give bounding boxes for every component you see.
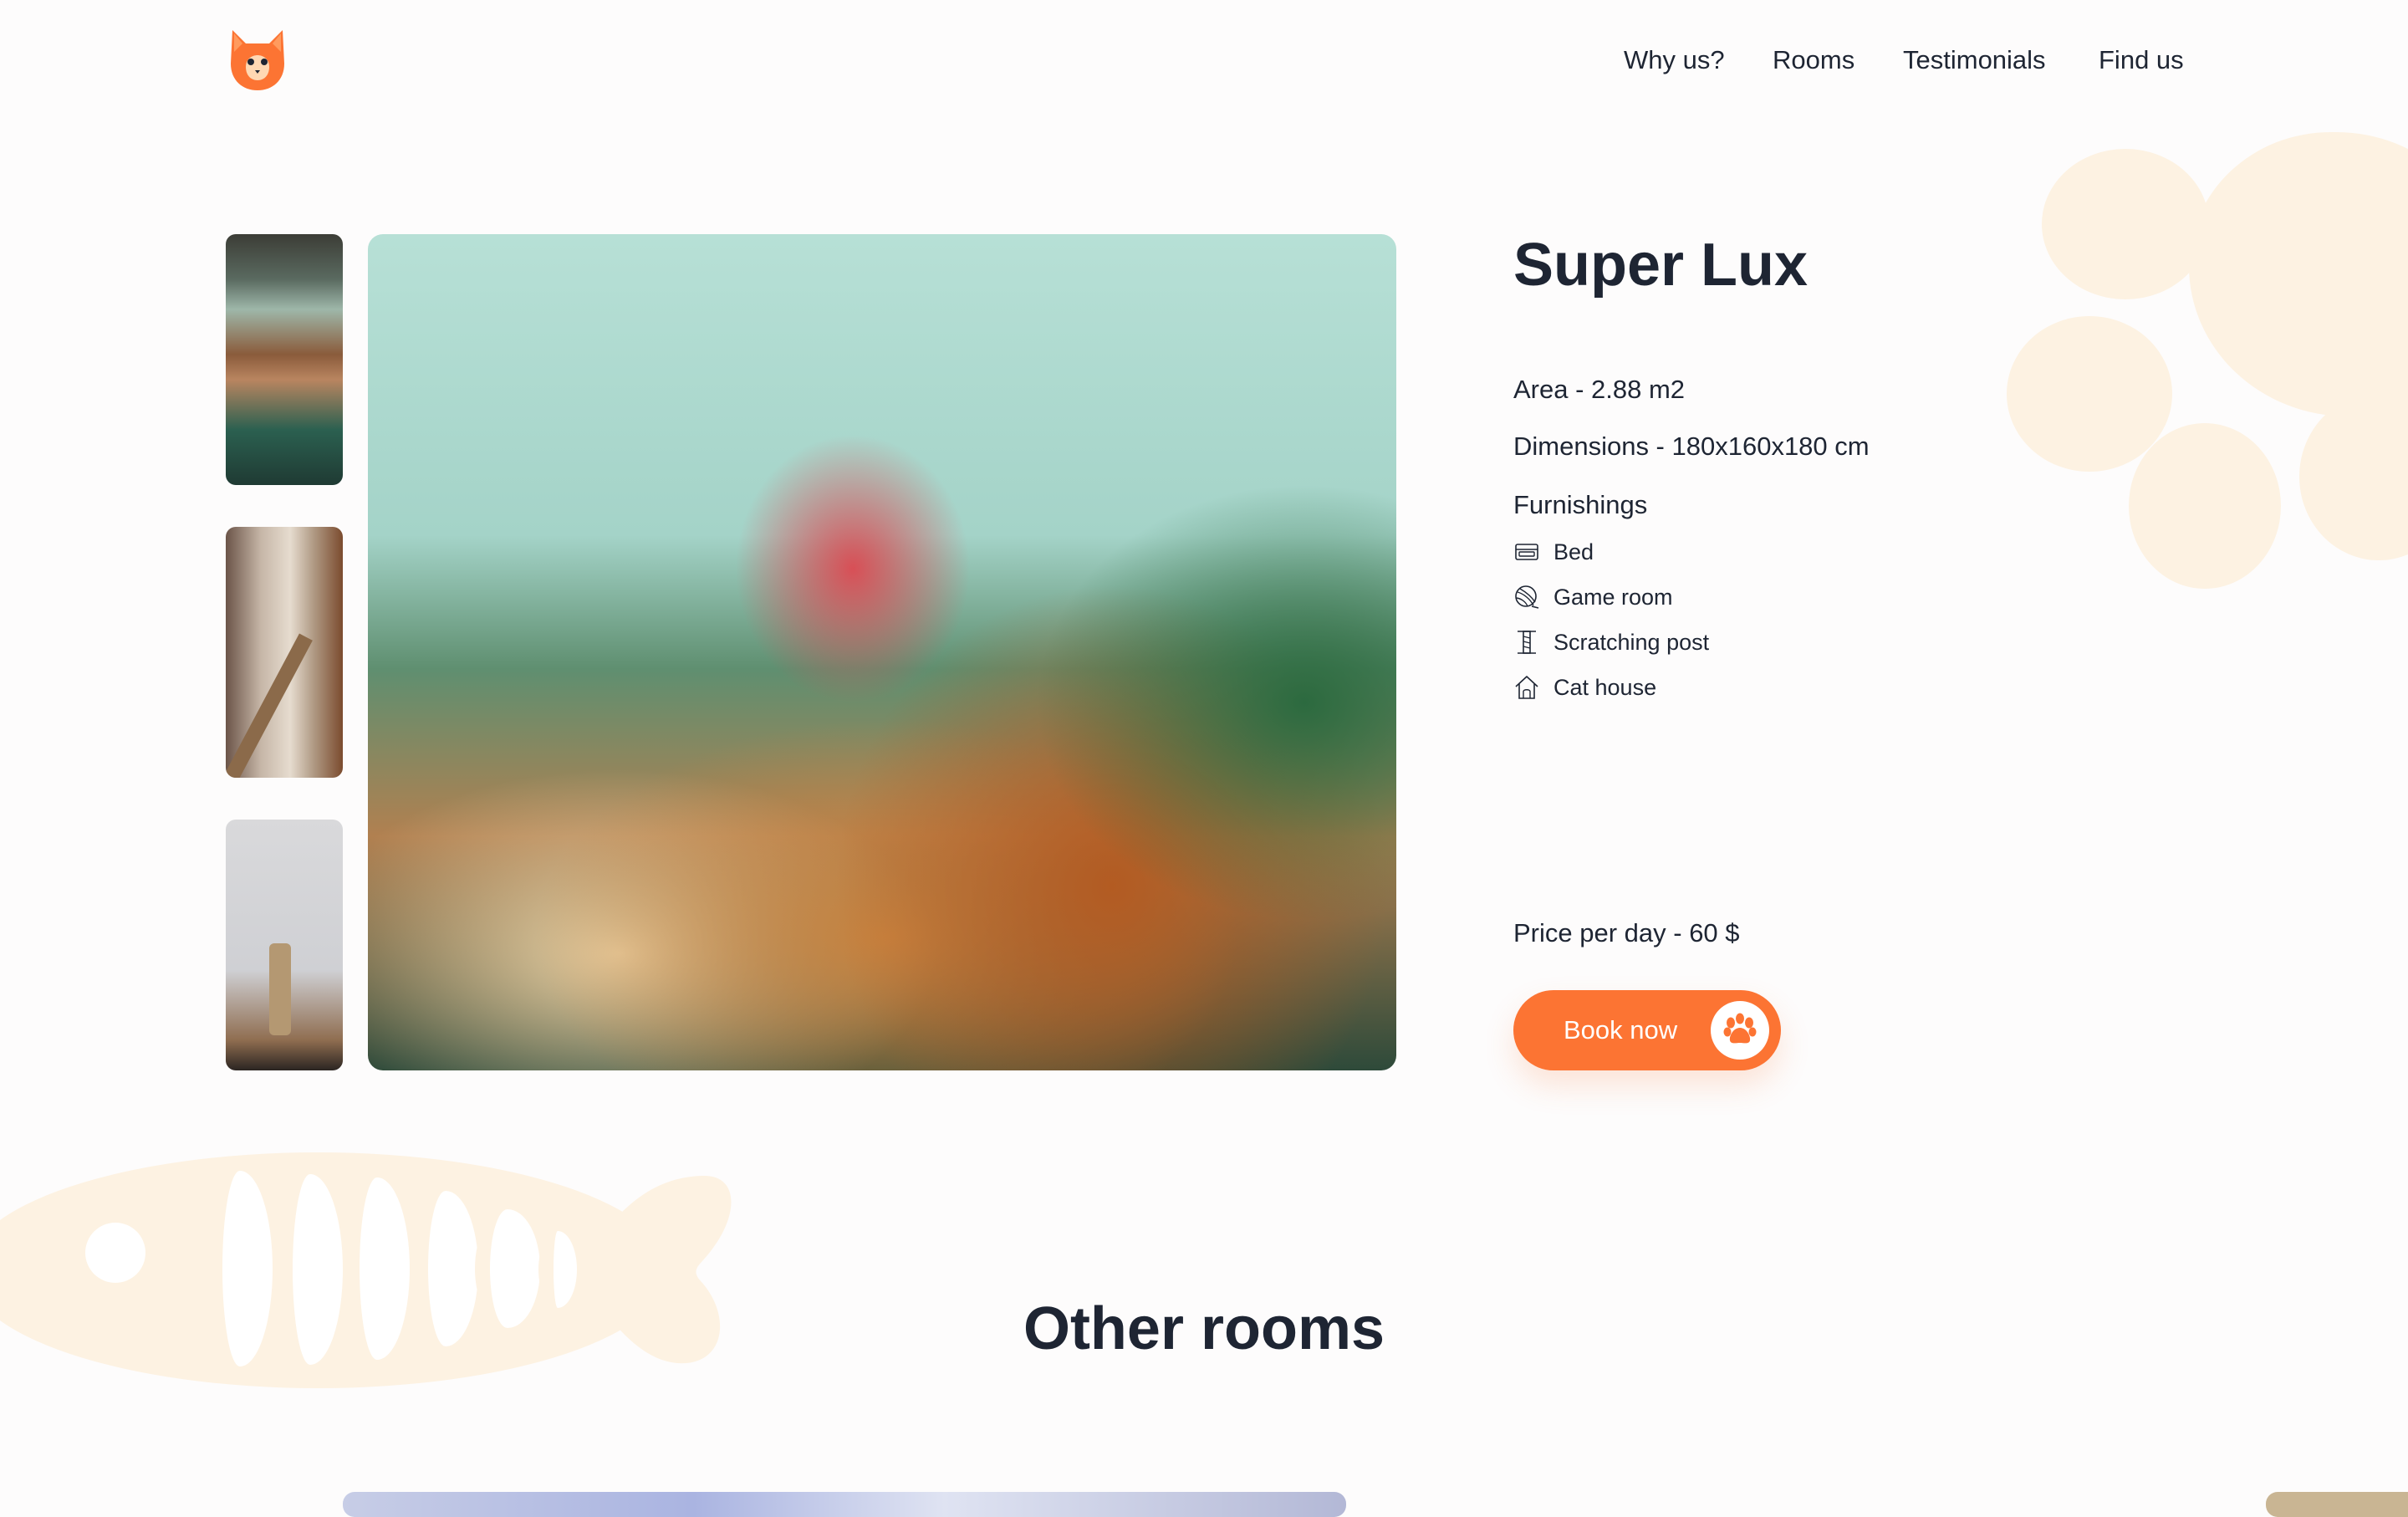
gallery-thumbnail[interactable] [226,527,343,778]
nav-testimonials[interactable]: Testimonials [1903,42,2046,79]
fish-eye [85,1223,145,1283]
nav-find-us[interactable]: Find us [2099,42,2184,79]
gallery-thumbnail[interactable] [226,820,343,1070]
paw-main-pad [2189,132,2408,416]
paw-toe-2 [2007,316,2172,472]
scratching-post-image [269,943,291,1035]
gallery-thumbnail[interactable] [226,234,343,485]
room-card[interactable] [343,1492,1346,1517]
book-now-label: Book now [1564,1015,1678,1045]
furnishings-heading: Furnishings [1513,490,1648,519]
room-area: Area - 2.88 m2 [1513,375,1686,404]
furnishing-label: Cat house [1553,675,1657,700]
room-title: Super Lux [1513,232,1809,299]
book-now-button[interactable]: Book now [1513,990,1781,1070]
furnishing-label: Scratching post [1553,630,1710,655]
furnishing-label: Bed [1553,539,1594,564]
bed-icon [1515,544,1538,560]
cat-tree-ladder [226,633,313,778]
yarn-ball-icon [1515,585,1539,609]
nav-why-us[interactable]: Why us? [1624,42,1725,79]
nav-rooms[interactable]: Rooms [1773,42,1854,79]
room-main-photo [368,234,1396,1070]
paw-toe-1 [2042,149,2209,299]
room-card[interactable] [2266,1492,2408,1517]
paw-toe-3 [2129,423,2281,589]
cat-logo-icon[interactable] [227,25,288,92]
furnishing-label: Game room [1553,585,1673,610]
price-per-day: Price per day - 60 $ [1513,918,1740,947]
scratching-post-icon [1518,631,1536,654]
paw-toe-4 [2299,393,2408,560]
house-icon [1515,676,1538,699]
room-dimensions: Dimensions - 180x160x180 cm [1513,432,1870,461]
paw-icon [1711,1001,1769,1060]
other-rooms-title: Other rooms [1023,1295,1385,1362]
